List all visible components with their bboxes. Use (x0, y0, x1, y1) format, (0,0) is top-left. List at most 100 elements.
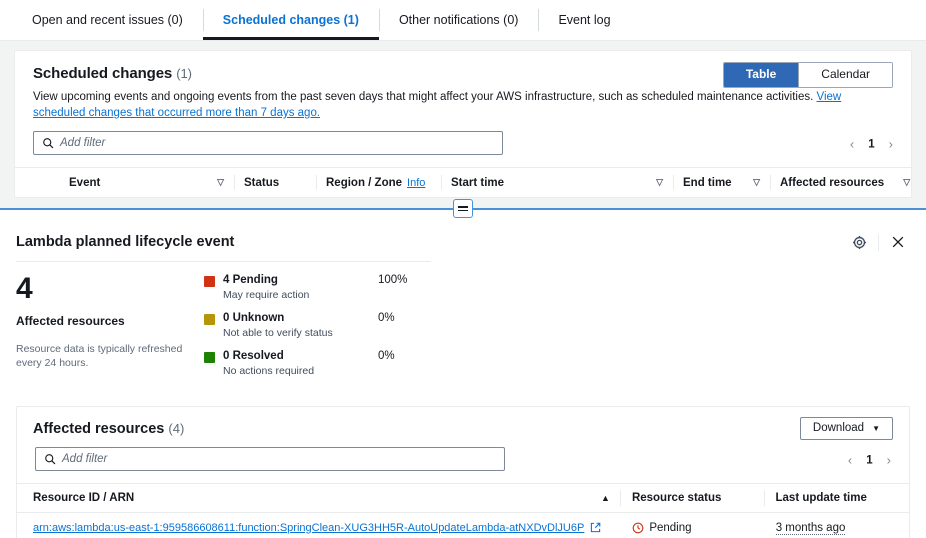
affected-resources-title: Affected resources (33, 421, 164, 437)
last-update-cell: 3 months ago (764, 522, 909, 534)
status-sublabel: Not able to verify status (223, 327, 378, 340)
sort-ascending-icon: ▲ (601, 493, 610, 503)
status-text-block: 0 Unknown Not able to verify status (223, 312, 378, 340)
last-update-time: 3 months ago (776, 522, 846, 535)
status-color-swatch-pending (204, 276, 215, 287)
column-header-last-update-time[interactable]: Last update time (764, 484, 910, 512)
column-header-region-zone[interactable]: Region / Zone Info (316, 168, 441, 197)
event-detail-split-panel: Lambda planned lifecycle event (0, 208, 926, 538)
detail-panel-actions (845, 229, 912, 255)
column-label: Affected resources (780, 177, 884, 189)
status-color-swatch-resolved (204, 352, 215, 363)
tab-other-notifications[interactable]: Other notifications (0) (379, 0, 539, 40)
action-divider (878, 234, 879, 251)
affected-resources-container: Affected resources (4) Download ▼ (16, 406, 910, 538)
affected-resources-title-block: Affected resources (4) (33, 421, 893, 437)
scheduled-changes-header: Scheduled changes (1) Table Calendar Vie… (15, 51, 911, 121)
status-percent: 100% (378, 274, 407, 302)
column-label: Region / Zone (326, 177, 402, 189)
split-panel-resize-handle[interactable] (453, 199, 473, 218)
pagination-next[interactable]: › (887, 453, 891, 468)
affected-resources-pagination: ‹ 1 › (848, 453, 891, 468)
affected-resources-filter-input[interactable]: Add filter (35, 447, 505, 471)
tab-label: Event log (558, 13, 610, 27)
column-header-resource-id-arn[interactable]: Resource ID / ARN ▲ (33, 484, 620, 512)
region-zone-info-link[interactable]: Info (407, 177, 425, 189)
close-panel-button[interactable] (884, 229, 912, 255)
scheduled-changes-filter-row: Add filter ‹ 1 › (15, 121, 911, 167)
pagination-prev[interactable]: ‹ (848, 453, 852, 468)
column-label: Resource status (632, 492, 721, 504)
resource-status-summary: 4 Affected resources Resource data is ty… (16, 262, 910, 400)
sort-icon: ▽ (889, 177, 910, 188)
pagination-page-1[interactable]: 1 (868, 138, 874, 150)
column-header-end-time[interactable]: End time ▽ (673, 168, 770, 197)
resource-arn-cell: arn:aws:lambda:us-east-1:959586608611:fu… (33, 522, 620, 534)
status-label: 0 Unknown (223, 312, 378, 325)
affected-resources-total: 4 (16, 274, 194, 304)
status-text-block: 4 Pending May require action (223, 274, 378, 302)
column-header-status[interactable]: Status (234, 168, 316, 197)
tab-scheduled-changes[interactable]: Scheduled changes (1) (203, 0, 379, 40)
affected-resources-header: Affected resources (4) Download ▼ (17, 407, 909, 437)
tab-event-log[interactable]: Event log (538, 0, 630, 40)
column-header-event[interactable]: Event ▽ (59, 168, 234, 197)
column-label: Start time (451, 177, 504, 189)
scheduled-changes-count: (1) (176, 66, 192, 81)
status-label: 4 Pending (223, 274, 378, 287)
affected-resources-count: (4) (168, 421, 184, 436)
view-toggle-calendar[interactable]: Calendar (798, 63, 892, 87)
status-text: Pending (649, 522, 691, 534)
settings-button[interactable] (845, 229, 873, 255)
status-row-pending: 4 Pending May require action 100% (204, 274, 910, 302)
tab-bar-spacer (0, 41, 926, 50)
status-breakdown-list: 4 Pending May require action 100% 0 Unkn… (204, 274, 910, 388)
filter-placeholder: Add filter (60, 137, 105, 149)
column-header-resource-status[interactable]: Resource status (620, 484, 764, 512)
description-text: View upcoming events and ongoing events … (33, 91, 817, 103)
detail-panel-body: 4 Affected resources Resource data is ty… (0, 261, 926, 538)
sort-icon: ▽ (203, 177, 224, 188)
status-percent: 0% (378, 350, 395, 378)
column-label: Last update time (776, 492, 867, 504)
external-link-icon[interactable] (590, 522, 601, 533)
summary-total-block: 4 Affected resources Resource data is ty… (16, 274, 204, 388)
column-header-start-time[interactable]: Start time ▽ (441, 168, 673, 197)
scheduled-changes-title: Scheduled changes (33, 65, 172, 82)
aws-health-dashboard: Open and recent issues (0) Scheduled cha… (0, 0, 926, 538)
pagination-page-1[interactable]: 1 (866, 454, 872, 466)
scheduled-changes-container: Scheduled changes (1) Table Calendar Vie… (14, 50, 912, 198)
close-icon (891, 235, 905, 249)
column-label: Status (244, 177, 279, 189)
status-row-resolved: 0 Resolved No actions required 0% (204, 350, 910, 378)
scheduled-changes-description: View upcoming events and ongoing events … (33, 89, 893, 121)
view-toggle-table[interactable]: Table (724, 63, 798, 87)
status-label: 0 Resolved (223, 350, 378, 363)
pagination-prev[interactable]: ‹ (850, 137, 854, 152)
status-percent: 0% (378, 312, 395, 340)
affected-resources-filter-row: Add filter ‹ 1 › (17, 437, 909, 483)
status-row-unknown: 0 Unknown Not able to verify status 0% (204, 312, 910, 340)
table-row: arn:aws:lambda:us-east-1:959586608611:fu… (17, 512, 909, 538)
scheduled-changes-filter-input[interactable]: Add filter (33, 131, 503, 155)
search-icon (44, 453, 56, 465)
status-sublabel: No actions required (223, 365, 378, 378)
chevron-down-icon: ▼ (872, 424, 880, 433)
resource-arn-link[interactable]: arn:aws:lambda:us-east-1:959586608611:fu… (33, 522, 584, 534)
column-label: Event (69, 177, 100, 189)
affected-resources-total-label: Affected resources (16, 314, 194, 328)
status-sublabel: May require action (223, 289, 378, 302)
refresh-note: Resource data is typically refreshed eve… (16, 342, 194, 370)
pagination-next[interactable]: › (889, 137, 893, 152)
column-label: End time (683, 177, 732, 189)
tab-label: Scheduled changes (1) (223, 13, 359, 27)
column-header-affected-resources[interactable]: Affected resources ▽ (770, 168, 910, 197)
status-color-swatch-unknown (204, 314, 215, 325)
pending-clock-icon (632, 522, 644, 534)
column-label: Resource ID / ARN (33, 492, 134, 504)
sort-icon: ▽ (739, 177, 760, 188)
tab-open-and-recent-issues[interactable]: Open and recent issues (0) (12, 0, 203, 40)
view-toggle-group: Table Calendar (723, 62, 893, 88)
tab-bar: Open and recent issues (0) Scheduled cha… (0, 0, 926, 41)
status-text-block: 0 Resolved No actions required (223, 350, 378, 378)
